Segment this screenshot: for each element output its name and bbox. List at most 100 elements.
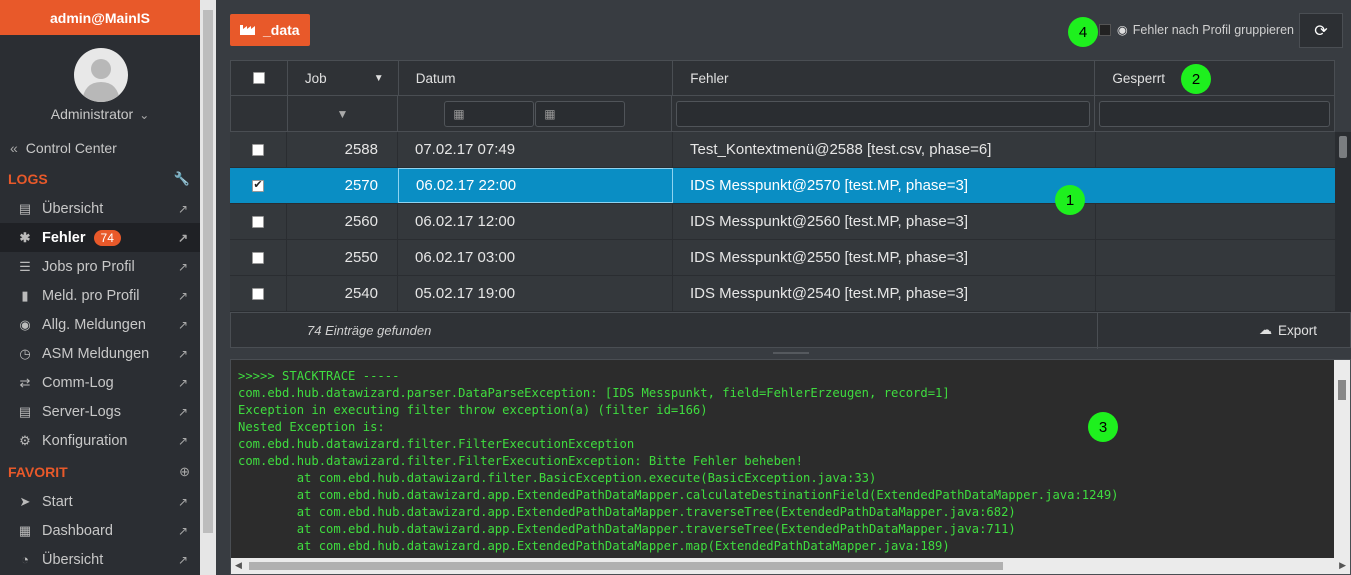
calendar-icon: ▦ xyxy=(544,106,556,121)
external-link-icon[interactable]: ↗ xyxy=(178,405,188,419)
control-center-link[interactable]: « Control Center xyxy=(10,140,117,156)
sidebar-item-comm-log[interactable]: ⇄ Comm-Log ↗ xyxy=(0,368,200,397)
external-link-icon[interactable]: ↗ xyxy=(178,553,188,567)
stacktrace-line: Nested Exception is: xyxy=(238,420,385,434)
row-checkbox[interactable] xyxy=(252,251,264,264)
scroll-right-arrow-icon[interactable]: ▶ xyxy=(1339,560,1346,571)
datum-cell: 06.02.17 22:00 xyxy=(398,168,673,203)
external-link-icon[interactable]: ↗ xyxy=(178,347,188,361)
sidebar-item-asm-meldungen[interactable]: ◷ ASM Meldungen ↗ xyxy=(0,339,200,368)
annotation-marker-1: 1 xyxy=(1055,185,1085,215)
chevron-down-icon: ⌄ xyxy=(139,108,150,122)
control-center-label: Control Center xyxy=(25,140,117,156)
row-checkbox-checked[interactable]: ✔ xyxy=(252,179,264,192)
console-hscroll-thumb[interactable] xyxy=(249,562,1003,570)
sidebar-item-allg-meldungen[interactable]: ◉ Allg. Meldungen ↗ xyxy=(0,310,200,339)
document-icon: ▤ xyxy=(18,200,32,216)
column-label: Datum xyxy=(415,70,456,86)
date-to-filter[interactable]: ▦ xyxy=(535,100,626,127)
stacktrace-console[interactable]: >>>>> STACKTRACE ----- com.ebd.hub.dataw… xyxy=(230,359,1351,575)
table-row[interactable]: 2540 05.02.17 19:00 IDS Messpunkt@2540 [… xyxy=(230,276,1335,312)
column-header-job[interactable]: Job ▼ xyxy=(288,61,399,95)
sidebar-item-meld-pro-profil[interactable]: ▮ Meld. pro Profil ↗ xyxy=(0,281,200,310)
row-checkbox[interactable] xyxy=(252,143,264,156)
panel-splitter-handle[interactable] xyxy=(773,352,809,354)
external-link-icon[interactable]: ↗ xyxy=(178,434,188,448)
sidebar-item-label: ASM Meldungen xyxy=(42,345,150,362)
console-vscroll-thumb[interactable] xyxy=(1338,380,1346,400)
row-checkbox[interactable] xyxy=(252,287,264,300)
grid-filter-row: ▼ ▦ ▦ xyxy=(230,96,1335,132)
job-cell: 2560 xyxy=(287,204,398,239)
sidebar-item-start[interactable]: ➤ Start ↗ xyxy=(0,487,200,516)
job-cell: 2570 xyxy=(287,168,398,203)
sidebar-item-jobs-pro-profil[interactable]: ☰ Jobs pro Profil ↗ xyxy=(0,252,200,281)
table-row[interactable]: 2588 07.02.17 07:49 Test_Kontextmenü@258… xyxy=(230,132,1335,168)
sidebar-item-fehler[interactable]: ✱ Fehler 74 ↗ xyxy=(0,223,200,252)
grid-icon: ▦ xyxy=(18,522,32,538)
fehler-filter-input[interactable] xyxy=(676,100,1090,127)
send-icon: ➤ xyxy=(19,493,31,509)
double-chevron-left-icon: « xyxy=(10,140,18,156)
sort-desc-icon[interactable]: ▼ xyxy=(374,73,384,84)
external-link-icon[interactable]: ↗ xyxy=(178,495,188,509)
sidebar-scrollbar[interactable] xyxy=(200,0,216,575)
job-cell: 2540 xyxy=(287,276,398,311)
filter-cell-job: ▼ xyxy=(288,96,399,131)
filter-icon[interactable]: ▼ xyxy=(337,107,349,121)
table-row[interactable]: 2550 06.02.17 03:00 IDS Messpunkt@2550 [… xyxy=(230,240,1335,276)
table-row[interactable]: 2560 06.02.17 12:00 IDS Messpunkt@2560 [… xyxy=(230,204,1335,240)
record-count: 74 Einträge gefunden xyxy=(307,322,432,338)
grid-scrollbar[interactable] xyxy=(1335,132,1351,312)
sidebar-item-dashboard[interactable]: ▦ Dashboard ↗ xyxy=(0,516,200,545)
fehler-cell: IDS Messpunkt@2560 [test.MP, phase=3] xyxy=(673,204,1096,239)
console-horizontal-scrollbar[interactable]: ◀ ▶ xyxy=(231,558,1350,574)
avatar[interactable] xyxy=(74,48,128,102)
row-checkbox-cell: ✔ xyxy=(230,168,287,203)
console-vertical-scrollbar[interactable] xyxy=(1334,360,1350,559)
external-link-icon[interactable]: ↗ xyxy=(178,260,188,274)
group-checkbox[interactable] xyxy=(1098,23,1111,36)
stacktrace-line: at com.ebd.hub.datawizard.filter.BasicEx… xyxy=(238,471,877,485)
fehler-cell: Test_Kontextmenü@2588 [test.csv, phase=6… xyxy=(673,132,1096,167)
annotation-marker-4: 4 xyxy=(1068,17,1098,47)
fehler-cell: IDS Messpunkt@2550 [test.MP, phase=3] xyxy=(673,240,1096,275)
external-link-icon[interactable]: ↗ xyxy=(178,376,188,390)
select-all-checkbox[interactable] xyxy=(252,72,265,84)
external-link-icon[interactable]: ↗ xyxy=(178,524,188,538)
sidebar-item-konfiguration[interactable]: ⚙ Konfiguration ↗ xyxy=(0,426,200,455)
plus-circle-icon[interactable]: ⊕ xyxy=(179,464,190,480)
external-link-icon[interactable]: ↗ xyxy=(178,231,188,245)
grid-scrollbar-thumb[interactable] xyxy=(1339,136,1347,158)
refresh-icon: ⟳ xyxy=(1314,22,1328,40)
sidebar-item-uebersicht[interactable]: ▤ Übersicht ↗ xyxy=(0,194,200,223)
external-link-icon[interactable]: ↗ xyxy=(178,202,188,216)
row-checkbox[interactable] xyxy=(252,215,264,228)
gesperrt-cell xyxy=(1096,204,1335,239)
column-header-gesperrt[interactable]: Gesperrt xyxy=(1095,61,1334,95)
data-button[interactable]: _data xyxy=(230,14,310,46)
table-row-selected[interactable]: ✔ 2570 06.02.17 22:00 IDS Messpunkt@2570… xyxy=(230,168,1335,204)
stacktrace-line: at com.ebd.hub.datawizard.app.ExtendedPa… xyxy=(238,488,1119,502)
sidebar-item-uebersicht-fav[interactable]: ◔ Übersicht ↗ xyxy=(0,545,200,574)
role-dropdown[interactable]: Administrator ⌄ xyxy=(0,106,200,122)
export-label: Export xyxy=(1277,322,1317,338)
gesperrt-filter-input[interactable] xyxy=(1099,100,1330,127)
external-link-icon[interactable]: ↗ xyxy=(178,289,188,303)
data-button-label: _data xyxy=(263,22,300,38)
scroll-left-arrow-icon[interactable]: ◀ xyxy=(235,560,242,571)
external-link-icon[interactable]: ↗ xyxy=(178,318,188,332)
sidebar-scrollbar-thumb[interactable] xyxy=(203,10,213,533)
group-by-profile-toggle[interactable]: ◉ Fehler nach Profil gruppieren xyxy=(1098,22,1294,37)
database-icon: ☰ xyxy=(19,258,31,274)
wrench-icon[interactable]: 🔧 xyxy=(174,171,190,187)
column-header-datum[interactable]: Datum xyxy=(399,61,674,95)
date-from-filter[interactable]: ▦ xyxy=(444,100,535,127)
stacktrace-line: Exception in executing filter throw exce… xyxy=(238,403,708,417)
refresh-button[interactable]: ⟳ xyxy=(1299,13,1343,48)
sidebar-item-server-logs[interactable]: ▤ Server-Logs ↗ xyxy=(0,397,200,426)
book-icon: ▮ xyxy=(21,287,29,303)
user-header[interactable]: admin@MainIS xyxy=(0,0,200,35)
column-header-fehler[interactable]: Fehler xyxy=(673,61,1096,95)
export-button[interactable]: ☁ Export xyxy=(1259,322,1317,338)
